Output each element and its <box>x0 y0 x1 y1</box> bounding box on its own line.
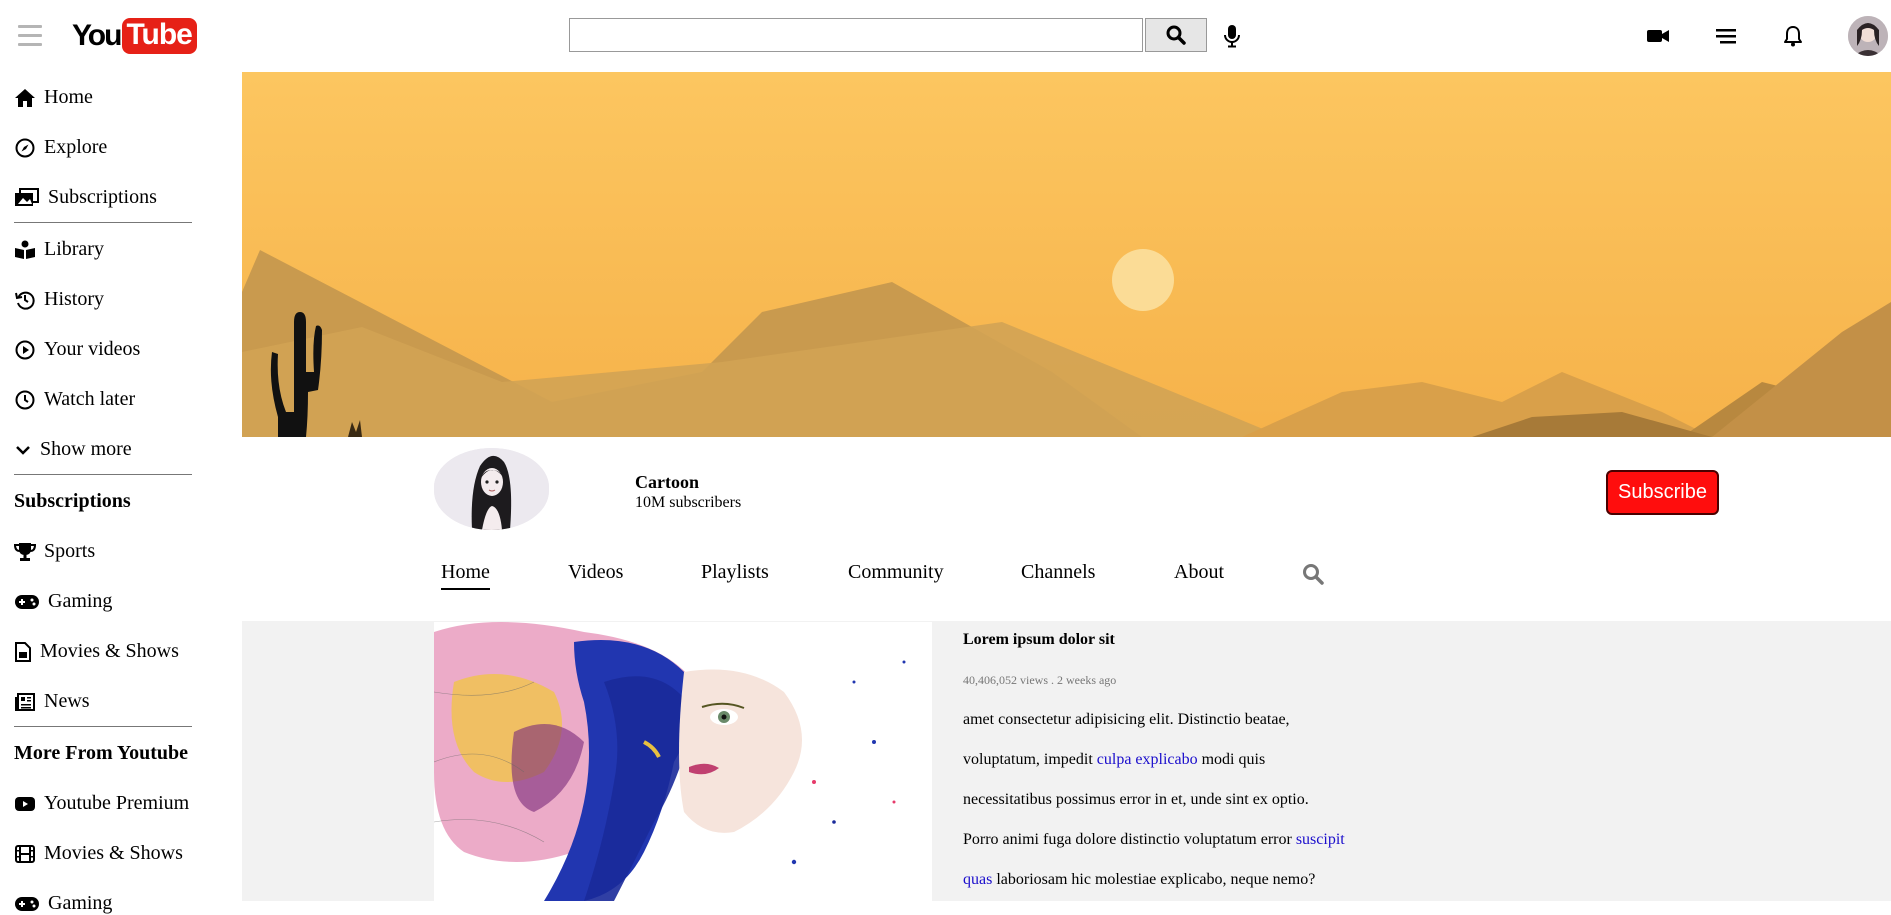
sidebar: Home Explore Subscriptions Library Histo… <box>0 72 200 914</box>
youtube-icon <box>14 793 36 815</box>
sidebar-item-news[interactable]: News <box>14 690 90 713</box>
sidebar-item-explore[interactable]: Explore <box>14 136 107 159</box>
compass-icon <box>14 137 36 159</box>
description-text: Porro animi fuga dolore distinctio volup… <box>963 831 1296 848</box>
user-avatar[interactable] <box>1848 16 1888 56</box>
home-icon <box>14 87 36 109</box>
film-icon <box>14 843 36 865</box>
search-input[interactable] <box>569 18 1143 52</box>
sidebar-item-home[interactable]: Home <box>14 86 93 109</box>
sidebar-item-watch-later[interactable]: Watch later <box>14 388 135 411</box>
gamepad-icon <box>14 591 40 613</box>
sidebar-item-label: Sports <box>44 540 96 562</box>
bell-icon[interactable] <box>1781 24 1805 48</box>
channel-avatar[interactable] <box>434 448 549 530</box>
tab-videos[interactable]: Videos <box>568 561 623 584</box>
chevron-down-icon <box>14 439 32 461</box>
subscriptions-icon <box>14 187 40 209</box>
description-line: voluptatum, impedit culpa explicabo modi… <box>963 751 1265 769</box>
subscribe-button[interactable]: Subscribe <box>1606 470 1719 515</box>
sidebar-item-label: Movies & Shows <box>44 842 183 864</box>
sidebar-item-label: Explore <box>44 136 108 158</box>
description-text: modi quis <box>1197 751 1266 768</box>
more-from-youtube-heading: More From Youtube <box>14 742 189 764</box>
history-icon <box>14 289 36 311</box>
description-line: Porro animi fuga dolore distinctio volup… <box>963 831 1345 849</box>
tab-playlists[interactable]: Playlists <box>701 561 769 584</box>
video-meta: 40,406,052 views . 2 weeks ago <box>963 673 1117 687</box>
channel-avatar-image <box>434 448 549 530</box>
sidebar-item-label: History <box>44 288 104 310</box>
microphone-icon[interactable] <box>1222 24 1242 48</box>
description-link[interactable]: quas <box>963 871 992 888</box>
file-icon <box>14 641 32 663</box>
clock-icon <box>14 389 36 411</box>
user-avatar-image <box>1848 16 1888 56</box>
description-line: amet consectetur adipisicing elit. Disti… <box>963 711 1290 729</box>
sidebar-item-label: Gaming <box>48 892 113 914</box>
sidebar-item-label: Subscriptions <box>48 186 157 208</box>
sidebar-item-label: Watch later <box>44 388 136 410</box>
library-icon <box>14 239 36 261</box>
sidebar-divider <box>14 726 192 727</box>
sidebar-item-sports[interactable]: Sports <box>14 540 95 563</box>
description-text: laboriosam hic molestiae explicabo, nequ… <box>992 871 1316 888</box>
tab-community[interactable]: Community <box>848 561 944 584</box>
sidebar-item-your-videos[interactable]: Your videos <box>14 338 140 361</box>
sidebar-item-label: Gaming <box>48 590 113 612</box>
description-text: necessitatibus possimus error in et, und… <box>963 791 1309 808</box>
sidebar-item-gaming-2[interactable]: Gaming <box>14 892 112 915</box>
sidebar-item-label: Show more <box>40 438 132 460</box>
description-link[interactable]: culpa explicabo <box>1097 751 1198 768</box>
sidebar-item-label: Your videos <box>44 338 141 360</box>
subscriber-count: 10M subscribers <box>635 494 742 511</box>
video-camera-icon[interactable] <box>1646 24 1670 48</box>
description-text: amet consectetur adipisicing elit. Disti… <box>963 711 1290 728</box>
hamburger-menu-icon[interactable] <box>18 25 42 47</box>
sidebar-item-label: Home <box>44 86 93 108</box>
sidebar-item-youtube-premium[interactable]: Youtube Premium <box>14 792 189 815</box>
sidebar-divider <box>14 222 192 223</box>
logo-tube-text: Tube <box>122 18 197 54</box>
subscriptions-heading: Subscriptions <box>14 490 131 512</box>
newspaper-icon <box>14 691 36 713</box>
tab-home[interactable]: Home <box>441 561 490 590</box>
description-text: voluptatum, impedit <box>963 751 1097 768</box>
sidebar-divider <box>14 474 192 475</box>
sidebar-item-history[interactable]: History <box>14 288 104 311</box>
desert-banner-image <box>242 72 1891 437</box>
watercolor-portrait-image <box>434 622 932 901</box>
play-circle-icon <box>14 339 36 361</box>
top-bar: You Tube <box>0 0 1891 72</box>
sidebar-item-label: News <box>44 690 90 712</box>
sidebar-item-subscriptions[interactable]: Subscriptions <box>14 186 157 209</box>
description-link[interactable]: suscipit <box>1296 831 1345 848</box>
video-thumbnail[interactable] <box>434 622 932 901</box>
youtube-logo[interactable]: You Tube <box>72 18 197 54</box>
sidebar-item-show-more[interactable]: Show more <box>14 438 132 461</box>
description-line: necessitatibus possimus error in et, und… <box>963 791 1309 809</box>
tab-about[interactable]: About <box>1174 561 1224 584</box>
sidebar-item-library[interactable]: Library <box>14 238 104 261</box>
search-icon <box>1166 25 1186 45</box>
sidebar-item-gaming[interactable]: Gaming <box>14 590 112 613</box>
sidebar-item-movies-shows-2[interactable]: Movies & Shows <box>14 842 183 865</box>
search-button[interactable] <box>1145 18 1207 52</box>
sidebar-item-movies-shows[interactable]: Movies & Shows <box>14 640 179 663</box>
channel-name: Cartoon <box>635 472 699 492</box>
sidebar-item-label: Library <box>44 238 104 260</box>
channel-search-icon[interactable] <box>1302 563 1324 585</box>
tab-channels[interactable]: Channels <box>1021 561 1095 584</box>
video-title[interactable]: Lorem ipsum dolor sit <box>963 631 1115 649</box>
sidebar-item-label: Movies & Shows <box>40 640 179 662</box>
apps-menu-icon[interactable] <box>1714 24 1738 48</box>
logo-you-text: You <box>72 19 122 52</box>
channel-banner <box>242 72 1891 437</box>
gamepad-icon <box>14 893 40 915</box>
description-line: quas laboriosam hic molestiae explicabo,… <box>963 871 1315 889</box>
sidebar-item-label: Youtube Premium <box>44 792 190 814</box>
trophy-icon <box>14 541 36 563</box>
